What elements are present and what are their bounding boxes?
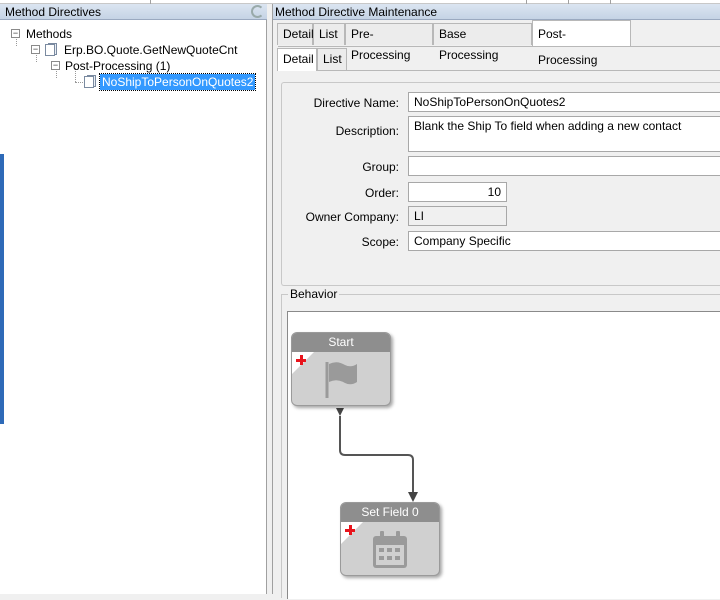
tab-detail[interactable]: Detail — [277, 23, 314, 45]
refresh-icon[interactable] — [251, 5, 264, 18]
order-label: Order: — [364, 186, 399, 200]
set-field-node-title: Set Field 0 — [341, 503, 439, 522]
subtab-divider — [278, 70, 720, 71]
flag-icon — [325, 362, 357, 398]
tree-node-label: Erp.BO.Quote.GetNewQuoteCnt — [64, 43, 238, 57]
owner-company-label: Owner Company: — [305, 210, 399, 224]
subtab-list[interactable]: List — [317, 48, 347, 70]
directive-form: Directive Name: NoShipToPersonOnQuotes2 … — [281, 82, 720, 286]
calendar-icon — [373, 531, 407, 568]
subtab-detail[interactable]: Detail — [277, 48, 317, 71]
sub-tabs: Detail List — [277, 48, 720, 71]
collapse-icon[interactable]: − — [31, 45, 40, 54]
group-label: Group: — [362, 160, 399, 174]
tab-base-processing[interactable]: Base Processing — [433, 23, 532, 62]
owner-company-field: LI — [408, 206, 507, 226]
start-node-title: Start — [292, 333, 390, 352]
window-edge — [0, 154, 4, 424]
workflow-canvas[interactable]: Start Set Field 0 — [287, 311, 720, 599]
set-field-node[interactable]: Set Field 0 — [340, 502, 440, 576]
tab-list[interactable]: List — [313, 23, 345, 45]
maintenance-title-bar: Method Directive Maintenance — [273, 4, 720, 20]
method-directives-title-bar: Method Directives — [0, 4, 267, 20]
behavior-label: Behavior — [288, 287, 340, 301]
method-directive-maintenance-panel: Method Directive Maintenance Detail List… — [272, 4, 720, 599]
description-label: Description: — [335, 124, 399, 138]
tab-divider — [278, 46, 720, 47]
scope-label: Scope: — [361, 235, 399, 249]
directive-name-field[interactable]: NoShipToPersonOnQuotes2 — [408, 92, 720, 112]
collapse-icon[interactable]: − — [51, 61, 60, 70]
scope-field[interactable]: Company Specific — [408, 231, 720, 251]
method-directives-panel: Method Directives − Methods − Erp.BO.Quo… — [0, 4, 267, 594]
group-field[interactable] — [408, 156, 720, 176]
collapse-icon[interactable]: − — [11, 29, 20, 38]
maintenance-title: Method Directive Maintenance — [275, 5, 438, 19]
directive-name-label: Directive Name: — [313, 96, 399, 110]
tree-node-label-selected: NoShipToPersonOnQuotes2 — [98, 73, 257, 91]
tab-post-processing[interactable]: Post-Processing — [532, 20, 631, 67]
start-node[interactable]: Start — [291, 332, 391, 406]
directive-icon — [82, 75, 96, 89]
tab-pre-processing[interactable]: Pre-Processing — [345, 23, 433, 62]
main-tabs: Detail List Pre-Processing Base Processi… — [277, 20, 720, 67]
tree-node-label: Methods — [26, 27, 73, 41]
method-directives-title: Method Directives — [5, 5, 102, 19]
method-icon — [43, 43, 57, 57]
add-icon[interactable] — [345, 525, 355, 535]
order-field[interactable]: 10 — [408, 182, 507, 202]
behavior-group: Behavior Start Set Field 0 — [281, 287, 720, 599]
tree-node-label: Post-Processing (1) — [65, 59, 171, 73]
add-icon[interactable] — [296, 355, 306, 365]
description-field[interactable]: Blank the Ship To field when adding a ne… — [408, 116, 720, 152]
